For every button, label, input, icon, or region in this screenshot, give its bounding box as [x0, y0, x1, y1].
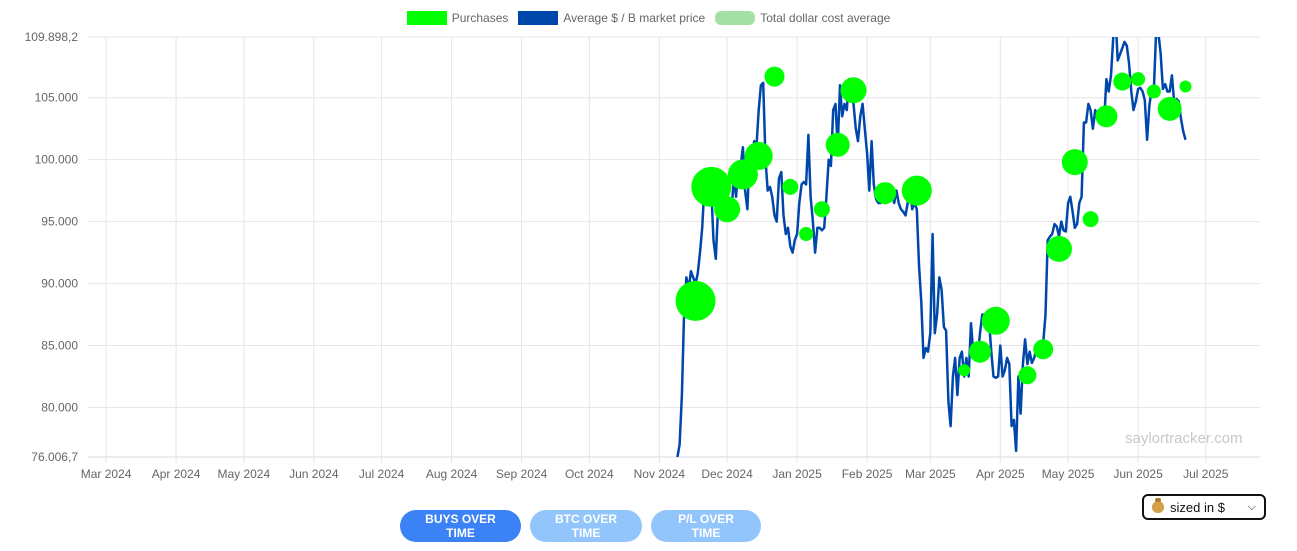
purchase-point	[901, 175, 932, 206]
purchase-point	[744, 141, 773, 170]
purchase-point	[874, 182, 897, 205]
x-tick-label: May 2025	[1042, 467, 1095, 481]
y-tick-label: 109.898,2	[25, 30, 79, 44]
btc-over-time-button[interactable]: BTC OVER TIME	[530, 510, 642, 542]
x-tick-label: Oct 2024	[565, 467, 614, 481]
purchase-point	[1146, 84, 1161, 99]
x-tick-label: Aug 2024	[426, 467, 478, 481]
purchase-point	[1179, 80, 1192, 93]
x-tick-label: Jun 2025	[1113, 467, 1163, 481]
purchase-point	[1113, 72, 1132, 91]
purchase-point	[782, 178, 799, 195]
y-tick-label: 105.000	[35, 91, 79, 105]
x-tick-label: Apr 2025	[976, 467, 1025, 481]
x-tick-label: Jul 2024	[359, 467, 405, 481]
chevron-down-icon: ⌵	[1247, 500, 1256, 513]
y-tick-label: 95.000	[41, 215, 78, 229]
purchase-point	[764, 66, 785, 87]
purchase-point	[675, 280, 716, 321]
purchase-point	[813, 201, 830, 218]
sizing-select[interactable]: sized in $ ⌵	[1142, 494, 1266, 520]
x-tick-label: Sep 2024	[496, 467, 548, 481]
purchase-point	[825, 132, 850, 157]
purchase-point	[1018, 366, 1037, 385]
buys-over-time-button[interactable]: BUYS OVER TIME	[400, 510, 521, 542]
purchase-point	[1157, 96, 1182, 121]
y-tick-label: 80.000	[41, 401, 78, 415]
y-tick-label: 100.000	[35, 153, 79, 167]
y-tick-label: 90.000	[41, 277, 78, 291]
sizing-select-value-wrap: sized in $	[1152, 498, 1225, 515]
money-bag-icon	[1152, 498, 1164, 513]
x-tick-label: Feb 2025	[842, 467, 893, 481]
purchase-point	[1131, 72, 1146, 87]
purchase-point	[1061, 149, 1088, 176]
chart: 76.006,7 80.000 85.000 90.000 95.000 100.000 1…	[25, 30, 1260, 481]
x-tick-label: May 2024	[217, 467, 270, 481]
sizing-select-value: sized in $	[1170, 499, 1225, 515]
purchase-point	[799, 227, 814, 241]
x-tick-label: Mar 2025	[905, 467, 956, 481]
y-tick-label: 76.006,7	[31, 450, 78, 464]
view-toggle-group: BUYS OVER TIME BTC OVER TIME P/L OVER TI…	[400, 510, 761, 542]
purchase-point	[969, 340, 991, 363]
x-tick-label: Jun 2024	[289, 467, 339, 481]
purchase-point	[714, 196, 741, 223]
purchase-point	[840, 77, 867, 104]
purchase-point	[1046, 235, 1072, 262]
purchase-point	[1095, 105, 1118, 128]
purchase-point	[1033, 339, 1054, 360]
x-tick-label: Jan 2025	[772, 467, 822, 481]
purchase-point	[958, 364, 971, 377]
purchase-point	[1082, 211, 1099, 228]
purchase-point	[981, 306, 1010, 335]
y-tick-label: 85.000	[41, 339, 78, 353]
x-tick-label: Apr 2024	[152, 467, 201, 481]
price-series-line	[676, 37, 1187, 457]
pl-over-time-button[interactable]: P/L OVER TIME	[651, 510, 761, 542]
x-tick-label: Dec 2024	[701, 467, 753, 481]
watermark: saylortracker.com	[1125, 430, 1243, 447]
x-tick-label: Jul 2025	[1183, 467, 1229, 481]
x-tick-label: Mar 2024	[81, 467, 132, 481]
x-tick-label: Nov 2024	[634, 467, 686, 481]
